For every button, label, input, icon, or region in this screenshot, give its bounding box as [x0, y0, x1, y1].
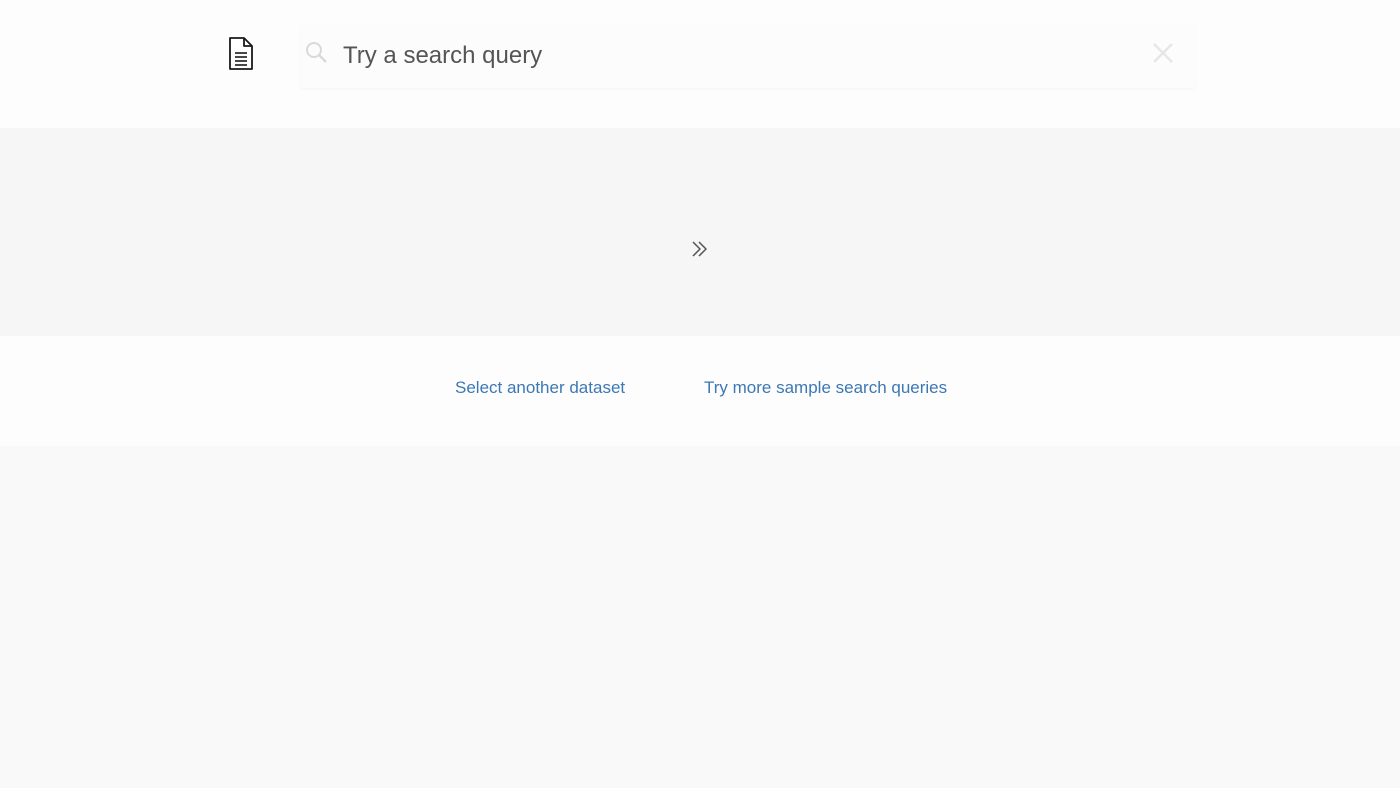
results-panel	[0, 128, 1400, 336]
try-more-sample-queries-link[interactable]: Try more sample search queries	[704, 378, 947, 398]
clear-icon[interactable]	[1150, 40, 1176, 66]
search-icon	[304, 40, 328, 64]
search-input[interactable]	[343, 36, 1123, 76]
empty-content-area	[0, 446, 1400, 788]
double-chevron-right-icon[interactable]	[690, 239, 710, 259]
document-icon[interactable]	[225, 36, 257, 72]
page: Select another dataset Try more sample s…	[0, 0, 1400, 788]
select-another-dataset-link[interactable]: Select another dataset	[455, 378, 625, 398]
links-band	[0, 336, 1400, 446]
